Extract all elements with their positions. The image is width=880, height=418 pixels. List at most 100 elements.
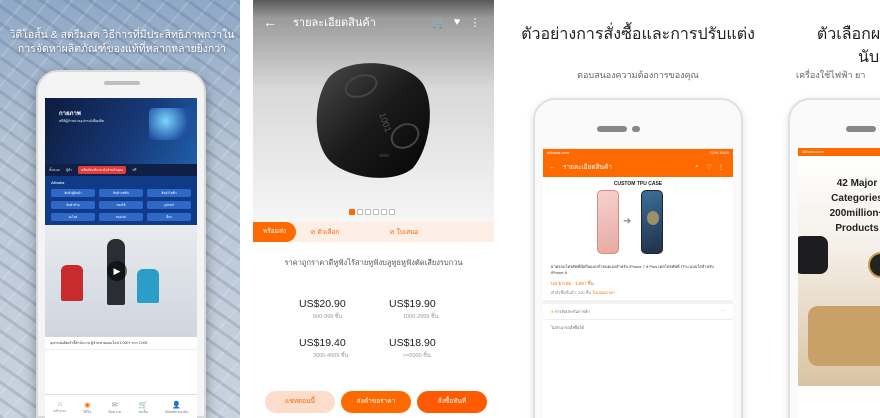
nav-messages[interactable]: ✉ ข้อความ [108, 401, 121, 415]
page-title: รายละเอียดสินค้า [293, 17, 376, 29]
nav-label: วิดีโอ [83, 409, 92, 414]
more-icon[interactable]: ⋮ [466, 16, 484, 29]
pink-phone-image [597, 190, 619, 254]
category-item[interactable]: อุปกรณ์ [147, 201, 191, 209]
pager-dot[interactable] [381, 209, 387, 215]
pager-dot[interactable] [357, 209, 363, 215]
trade-assurance-row[interactable]: ● การรับประกันการค้า ··· [543, 304, 733, 319]
trade-assurance-label: การรับประกันการค้า [554, 309, 590, 314]
hero-banner[interactable]: กายภาพ สถิติผู้จำหน่ายอุปกรณ์เพื่อผลิต [45, 98, 197, 164]
panel-headline: ตัวอย่างการสั่งซื้อและการปรับแต่ง [521, 26, 755, 43]
banner-subtitle: สถิติผู้จำหน่ายอุปกรณ์เพื่อผลิต [59, 119, 104, 123]
more-dots: ··· [721, 308, 725, 313]
mini-tabs: ทั้งหมด ผู้ค้า ผลิตภัณฑ์แนะนำสำหรับคุณ ฟ… [45, 164, 197, 176]
heart-icon[interactable]: ♡ [703, 163, 715, 171]
back-arrow-icon[interactable]: ← [549, 164, 563, 171]
play-icon[interactable]: ▶ [107, 261, 127, 281]
category-header: Alibaba [51, 180, 65, 185]
tab-options[interactable]: ⊘ ตัวเลือก [310, 227, 339, 237]
action-buttons: แชทตอนนี้ ส่งคำขอราคา สั่งซื้อทันที [265, 391, 487, 413]
min-order: คำสั่งซื้อขั้นต่ำ: 200 ชิ้น ใบเสนอราคา [543, 287, 733, 296]
request-quote-button[interactable]: ส่งคำขอราคา [341, 391, 411, 413]
arrow-right-icon: ➜ [623, 216, 632, 227]
blue-chair-image [137, 269, 159, 303]
video-caption: อุปกรณ์ผลิตเก้าอี้สำนักงาน ผู้จำหน่ายออน… [45, 337, 197, 350]
promo-panel-video: วิดีโอสั้น & สตรีมสด วิธีการที่มีประสิทธ… [0, 0, 240, 418]
category-item[interactable]: สินค้าบ้าน [51, 201, 95, 209]
order-row[interactable]: ไม่สามารถสั่งซื้อได้ [543, 319, 733, 335]
tier-qty: >=5000 ชิ้น [403, 353, 431, 359]
pager-dot[interactable] [349, 209, 355, 215]
category-item[interactable]: ของเล่น [99, 213, 143, 221]
heart-icon[interactable]: ♥ [448, 16, 466, 28]
phone-mockup: Alibaba.com 42 Major Categories 200milli… [788, 98, 880, 418]
bottom-nav: ⌂ หน้าแรก ◉ วิดีโอ ✉ ข้อความ 🛒 รถเข็น 👤 Aliba… [45, 394, 197, 418]
custom-case-image [641, 190, 663, 254]
category-grid: สินค้าตู้สินค้า สินค้าแฟชั่น สินค้าไฟฟ้า… [51, 189, 191, 221]
phone-speaker [597, 126, 640, 132]
phone-screen: Alibaba.com 42 Major Categories 200milli… [798, 148, 880, 418]
nav-cart[interactable]: 🛒 รถเข็น [138, 401, 148, 415]
tab-label: ใบเสนอ [396, 229, 419, 236]
chat-now-button[interactable]: แชทตอนนี้ [265, 391, 335, 413]
cart-icon: 🛒 [138, 401, 148, 409]
message-icon: ✉ [111, 401, 118, 409]
search-icon[interactable]: ⌕ [691, 163, 703, 171]
shield-icon: ● [551, 309, 554, 314]
tab-all[interactable]: ทั้งหมด [49, 167, 60, 173]
product-title: ฝาครอบโทรศัพท์มือถือแบบกำหนดเองสำหรับ iP… [551, 264, 714, 275]
tab-ready-to-ship[interactable]: พร้อมส่ง [253, 222, 297, 242]
app-toolbar: ← รายละเอียดสินค้า ⌕ ♡ ⋮ [543, 157, 733, 177]
tier-price: US$18.90 [389, 337, 436, 349]
tab-free[interactable]: ฟรี [132, 167, 136, 173]
panel-headline-line2: นับล้าน [858, 49, 880, 66]
nav-label: หน้าแรก [53, 409, 67, 413]
back-arrow-icon[interactable]: ← [263, 14, 283, 30]
tier-qty: 500-999 ชิ้น [313, 314, 343, 320]
tab-recommended[interactable]: ผลิตภัณฑ์แนะนำสำหรับคุณ [78, 166, 127, 174]
panel-subheadline: ตอบสนองความต้องการของคุณ [577, 70, 699, 80]
pager-dot[interactable] [389, 209, 395, 215]
order-now-button[interactable]: สั่งซื้อทันที [417, 391, 487, 413]
tab-quote[interactable]: ⊘ ใบเสนอ [389, 227, 418, 237]
video-player[interactable]: ▶ [45, 225, 197, 337]
quote-link[interactable]: ใบเสนอราคา [592, 290, 615, 295]
nav-video[interactable]: ◉ วิดีโอ [83, 401, 91, 415]
red-chair-image [61, 265, 83, 301]
tab-sellers[interactable]: ผู้ค้า [66, 167, 72, 173]
banner-image [149, 108, 191, 140]
category-item[interactable]: ของใช้ [99, 201, 143, 209]
promo-banner[interactable]: 42 Major Categories 200million+ Products [798, 156, 880, 386]
pager-dot[interactable] [365, 209, 371, 215]
category-item[interactable]: สินค้าไฟฟ้า [147, 189, 191, 197]
product-image[interactable]: ➜ [543, 190, 733, 258]
nav-label: ข้อความ [108, 409, 122, 414]
min-order-label: คำสั่งซื้อขั้นต่ำ: 200 ชิ้น [551, 290, 592, 295]
nav-home[interactable]: ⌂ หน้าแรก [53, 401, 66, 414]
pager-dot[interactable] [373, 209, 379, 215]
price-tier: US$20.90 500-999 ชิ้น [299, 298, 389, 321]
category-item[interactable]: อะไหล่ [51, 213, 95, 221]
phone-screen: Alibaba.com 72% 10:00 ← รายละเอียดสินค้า… [543, 148, 733, 418]
status-bar: Alibaba.com 72% 10:00 [543, 149, 733, 157]
screenshot-strip: วิดีโอสั้น & สตรีมสด วิธีการที่มีประสิทธ… [0, 0, 880, 418]
status-bar: Alibaba.com [798, 148, 880, 156]
order-type-tabs: พร้อมส่ง ⊘ ตัวเลือก ⊘ ใบเสนอ [253, 222, 494, 242]
phone-speaker [846, 126, 880, 132]
price-tiers: US$20.90 500-999 ชิ้น US$19.90 1000-2999 ช… [299, 298, 479, 360]
category-item[interactable]: สินค้าแฟชั่น [99, 189, 143, 197]
video-icon: ◉ [84, 401, 91, 409]
cart-icon[interactable]: 🛒 [430, 16, 448, 29]
nav-account[interactable]: 👤 Alibaba ของฉัน [165, 401, 189, 415]
more-icon[interactable]: ⋮ [715, 163, 727, 171]
category-section: Alibaba สินค้าตู้สินค้า สินค้าแฟชั่น สิน… [45, 176, 197, 225]
image-pager [349, 209, 395, 215]
user-icon: 👤 [172, 401, 182, 409]
product-detail-screen: ← รายละเอียดสินค้า 🛒 ♥ ⋮ 1001 พร้อมส่ง ⊘… [253, 0, 494, 418]
category-item[interactable]: สินค้าตู้สินค้า [51, 189, 95, 197]
price-tier: US$18.90 >=5000 ชิ้น [389, 337, 479, 360]
category-item[interactable]: อื่นๆ [147, 213, 191, 221]
status-clock: 72% 10:00 [709, 150, 729, 155]
panel-headline: ตัวเลือกผลิตภัณฑ์ [816, 26, 880, 43]
promo-title: 42 Major Categories 200million+ Products [829, 178, 880, 234]
